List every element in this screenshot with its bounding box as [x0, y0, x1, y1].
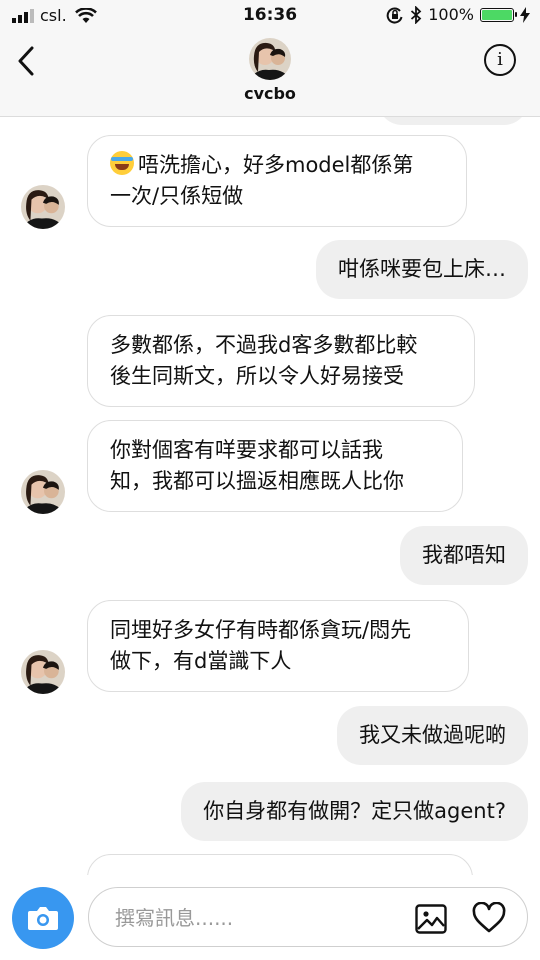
status-right: 100% [386, 5, 530, 24]
bluetooth-icon [411, 5, 422, 24]
message-text: 知，我都可以搵返相應既人比你 [110, 469, 404, 493]
message-bubble-partial [87, 854, 473, 875]
message-bubble-partial [378, 117, 528, 125]
message-text: 唔洗擔心，好多model都係第 [110, 150, 444, 181]
heart-icon[interactable] [471, 902, 507, 934]
orientation-lock-icon [386, 7, 403, 23]
message-bubble-incoming[interactable]: 唔洗擔心，好多model都係第 一次/只係短做 [87, 135, 467, 227]
battery-percent: 100% [428, 5, 474, 24]
message-text: 你自身都有做開？定只做agent? [203, 799, 506, 823]
message-text: 多數都係，不過我d客多數都比較 [110, 333, 418, 357]
battery-icon [480, 7, 517, 22]
chat-username[interactable]: cvcbo [0, 84, 540, 103]
message-bubble-outgoing[interactable]: 咁係咪要包上床… [316, 240, 528, 299]
message-text: 我都唔知 [422, 543, 506, 567]
chevron-left-icon [18, 46, 34, 76]
camera-icon [28, 907, 58, 930]
gallery-icon[interactable] [415, 904, 447, 934]
chat-header: cvcbo i [0, 30, 540, 117]
message-list[interactable]: 唔洗擔心，好多model都係第 一次/只係短做 咁係咪要包上床… 多數都係，不過… [0, 117, 540, 875]
message-composer: 撰寫訊息...... [0, 875, 540, 960]
back-button[interactable] [14, 44, 44, 78]
message-bubble-outgoing[interactable]: 你自身都有做開？定只做agent? [181, 782, 528, 841]
message-text: 同埋好多女仔有時都係貪玩/悶先 [110, 618, 412, 642]
info-icon: i [497, 49, 503, 70]
message-text: 一次/只係短做 [110, 184, 244, 208]
message-text: 我又未做過呢啲 [359, 723, 506, 747]
message-bubble-incoming[interactable]: 你對個客有咩要求都可以話我 知，我都可以搵返相應既人比你 [87, 420, 463, 512]
sender-avatar[interactable] [21, 185, 65, 229]
sender-avatar[interactable] [21, 650, 65, 694]
message-bubble-outgoing[interactable]: 我又未做過呢啲 [337, 706, 528, 765]
message-input[interactable]: 撰寫訊息...... [88, 887, 528, 947]
message-text: 你對個客有咩要求都可以話我 [110, 438, 383, 462]
status-bar: csl. 16:36 100% [0, 0, 540, 30]
message-text: 做下，有d當識下人 [110, 649, 292, 673]
header-avatar[interactable] [249, 38, 291, 80]
message-bubble-incoming[interactable]: 同埋好多女仔有時都係貪玩/悶先 做下，有d當識下人 [87, 600, 469, 692]
joy-emoji-icon [110, 151, 134, 175]
message-bubble-outgoing[interactable]: 我都唔知 [400, 526, 528, 585]
sender-avatar[interactable] [21, 470, 65, 514]
message-input-placeholder: 撰寫訊息...... [115, 906, 234, 930]
charging-icon [520, 6, 530, 23]
message-bubble-incoming[interactable]: 多數都係，不過我d客多數都比較 後生同斯文，所以令人好易接受 [87, 315, 475, 407]
message-text: 咁係咪要包上床… [338, 257, 506, 281]
info-button[interactable]: i [484, 44, 516, 76]
camera-button[interactable] [12, 887, 74, 949]
message-text: 後生同斯文，所以令人好易接受 [110, 364, 404, 388]
